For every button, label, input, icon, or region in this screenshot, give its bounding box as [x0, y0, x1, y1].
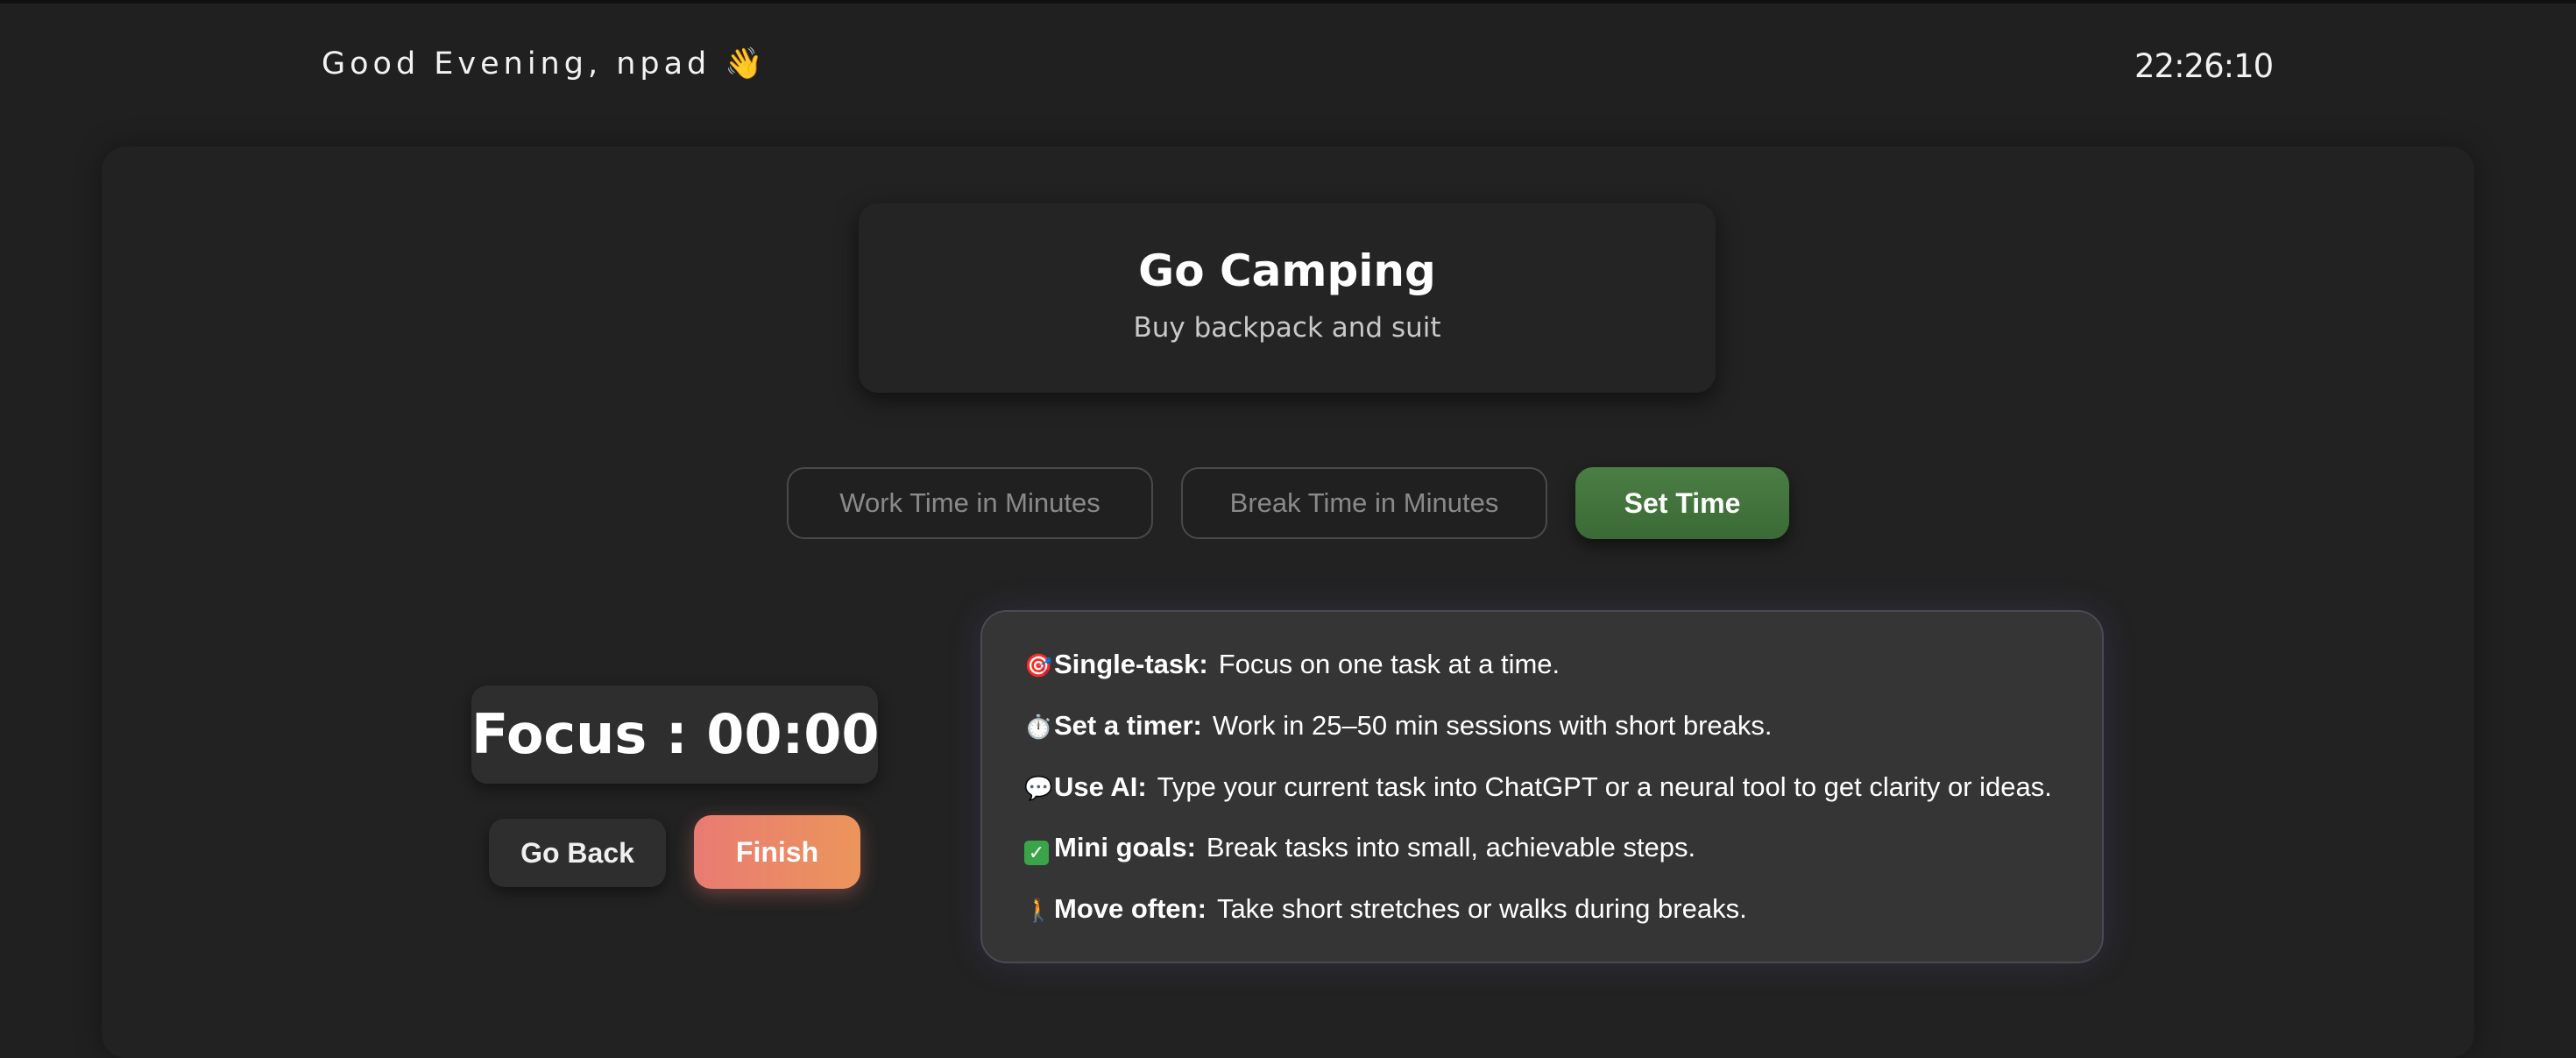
tip-label: Single-task:	[1054, 649, 1208, 679]
tip-item: 🚶Move often: Take short stretches or walk…	[1024, 893, 1747, 925]
focus-timer-display: Focus : 00:00	[471, 702, 880, 766]
clock-display: 22:26:10	[2134, 47, 2274, 85]
go-back-button[interactable]: Go Back	[489, 819, 666, 887]
target-icon: 🎯	[1024, 652, 1053, 678]
tip-item: 🎯Single-task: Focus on one task at a time…	[1024, 649, 1560, 680]
set-time-button[interactable]: Set Time	[1575, 467, 1789, 539]
tip-item: ⏱️Set a timer: Work in 25–50 min sessions…	[1024, 710, 1773, 742]
finish-button[interactable]: Finish	[694, 815, 860, 889]
task-description: Buy backpack and suit	[1133, 312, 1441, 344]
top-border	[0, 0, 2576, 4]
tip-text: Take short stretches or walks during bre…	[1216, 893, 1747, 924]
stopwatch-icon: ⏱️	[1024, 714, 1053, 740]
focus-timer-box: Focus : 00:00	[471, 685, 880, 784]
break-time-input[interactable]	[1181, 467, 1547, 539]
tip-label: Use AI:	[1054, 771, 1147, 802]
tip-label: Set a timer:	[1054, 710, 1202, 741]
task-title: Go Camping	[1138, 245, 1436, 296]
check-mark-icon: ✓	[1024, 841, 1049, 865]
greeting-text: Good Evening, npad 👋	[322, 46, 768, 82]
tip-text: Work in 25–50 min sessions with short br…	[1212, 710, 1773, 741]
task-card: Go Camping Buy backpack and suit	[859, 203, 1716, 393]
tip-text: Type your current task into ChatGPT or a…	[1157, 771, 2052, 802]
tip-label: Move often:	[1054, 893, 1207, 924]
walking-person-icon: 🚶	[1024, 897, 1053, 923]
tip-item: 💬Use AI: Type your current task into Chat…	[1024, 771, 2052, 803]
tips-card: 🎯Single-task: Focus on one task at a time…	[980, 610, 2104, 963]
tip-text: Focus on one task at a time.	[1218, 649, 1560, 679]
tip-label: Mini goals:	[1054, 832, 1196, 863]
tip-item: ✓ Mini goals: Break tasks into small, achi…	[1024, 832, 1695, 865]
work-time-input[interactable]	[787, 467, 1153, 539]
speech-bubble-icon: 💬	[1024, 775, 1053, 801]
tip-text: Break tasks into small, achievable steps…	[1206, 832, 1696, 863]
